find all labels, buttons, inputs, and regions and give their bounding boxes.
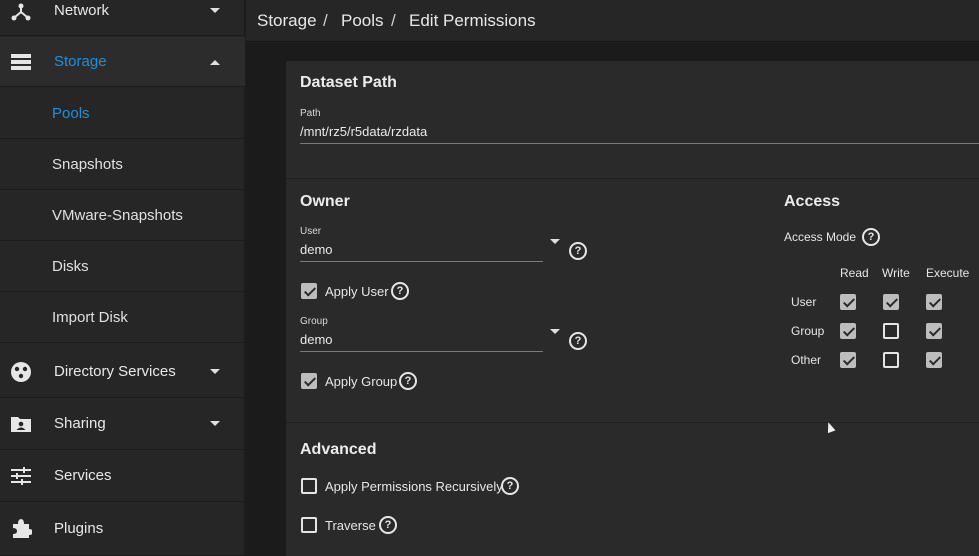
- breadcrumb-storage[interactable]: Storage: [257, 11, 317, 31]
- section-divider: [286, 178, 979, 179]
- apply-user-help-icon[interactable]: ?: [391, 282, 409, 300]
- other-read-checkbox[interactable]: [840, 352, 856, 368]
- access-column-write: Write: [882, 266, 910, 280]
- sidebar-subitem-label: Import Disk: [52, 308, 128, 326]
- sidebar-item-storage[interactable]: Storage: [0, 37, 245, 87]
- breadcrumb: Storage / Pools / Edit Permissions: [246, 0, 979, 42]
- sidebar-subitem-label: Disks: [52, 257, 89, 275]
- apply-recursively-help-icon[interactable]: ?: [501, 477, 519, 495]
- sidebar-item-label: Storage: [54, 53, 107, 70]
- sidebar-item-services[interactable]: Services: [0, 450, 245, 502]
- apply-user-checkbox[interactable]: [301, 283, 317, 299]
- chevron-down-icon: [210, 369, 220, 374]
- user-label: User: [300, 226, 322, 237]
- sidebar-subitem-label: VMware-Snapshots: [52, 206, 183, 224]
- user-write-checkbox[interactable]: [883, 294, 899, 310]
- traverse-checkbox[interactable]: [301, 517, 317, 533]
- sidebar-subitem-vmware-snapshots[interactable]: VMware-Snapshots: [0, 190, 245, 241]
- access-row-group: Group: [791, 324, 825, 338]
- sidebar-item-plugins[interactable]: Plugins: [0, 502, 245, 556]
- group-write-checkbox[interactable]: [883, 323, 899, 339]
- sidebar-item-label: Directory Services: [54, 363, 176, 380]
- dataset-path-title: Dataset Path: [300, 74, 397, 91]
- storage-icon: [10, 51, 32, 73]
- user-read-checkbox[interactable]: [840, 294, 856, 310]
- user-execute-checkbox[interactable]: [926, 294, 942, 310]
- sidebar-subitem-import-disk[interactable]: Import Disk: [0, 292, 245, 343]
- apply-group-label: Apply Group: [325, 374, 398, 389]
- directory-services-icon: [10, 361, 32, 383]
- user-underline: [300, 261, 543, 262]
- sidebar-item-label: Network: [54, 2, 110, 19]
- access-title: Access: [784, 193, 841, 210]
- group-read-checkbox[interactable]: [840, 323, 856, 339]
- sidebar-subitem-disks[interactable]: Disks: [0, 241, 245, 292]
- sidebar-item-sharing[interactable]: Sharing: [0, 398, 245, 450]
- access-mode-help-icon[interactable]: ?: [862, 228, 880, 246]
- sidebar-item-directory-services[interactable]: Directory Services: [0, 346, 245, 398]
- access-row-other: Other: [791, 353, 822, 367]
- services-icon: [10, 465, 32, 487]
- group-dropdown-arrow-icon[interactable]: [550, 329, 560, 334]
- breadcrumb-pools[interactable]: Pools: [341, 11, 384, 31]
- chevron-up-icon: [210, 60, 220, 65]
- user-dropdown-arrow-icon[interactable]: [550, 239, 560, 244]
- owner-title: Owner: [300, 193, 350, 210]
- sidebar-subitem-snapshots[interactable]: Snapshots: [0, 139, 245, 190]
- permissions-card: Dataset Path Path /mnt/rz5/r5data/rzdata…: [286, 61, 979, 556]
- breadcrumb-separator: /: [323, 11, 328, 30]
- access-mode-label: Access Mode: [784, 230, 857, 244]
- path-field[interactable]: /mnt/rz5/r5data/rzdata: [300, 124, 427, 139]
- sidebar-subitem-pools[interactable]: Pools: [0, 88, 245, 139]
- breadcrumb-edit-permissions: Edit Permissions: [409, 11, 536, 30]
- other-execute-checkbox[interactable]: [926, 352, 942, 368]
- sidebar-subitem-label: Pools: [52, 104, 90, 122]
- apply-group-help-icon[interactable]: ?: [399, 372, 417, 390]
- access-column-execute: Execute: [926, 266, 970, 280]
- network-icon: [10, 0, 32, 22]
- traverse-help-icon[interactable]: ?: [379, 516, 397, 534]
- main-content: Dataset Path Path /mnt/rz5/r5data/rzdata…: [246, 43, 979, 556]
- sidebar-item-label: Services: [54, 467, 112, 484]
- apply-user-label: Apply User: [325, 284, 389, 299]
- sidebar-item-network[interactable]: Network: [0, 0, 245, 36]
- chevron-down-icon: [210, 8, 220, 13]
- group-execute-checkbox[interactable]: [926, 323, 942, 339]
- user-help-icon[interactable]: ?: [569, 242, 587, 260]
- access-row-user: User: [791, 295, 817, 309]
- other-write-checkbox[interactable]: [883, 352, 899, 368]
- plugins-icon: [10, 517, 32, 539]
- traverse-label: Traverse: [325, 518, 376, 533]
- sidebar-item-label: Plugins: [54, 520, 104, 537]
- apply-group-checkbox[interactable]: [301, 373, 317, 389]
- sharing-icon: [10, 413, 32, 435]
- group-select[interactable]: demo: [300, 332, 333, 347]
- path-label: Path: [300, 108, 321, 119]
- chevron-down-icon: [210, 421, 220, 426]
- group-help-icon[interactable]: ?: [569, 332, 587, 350]
- user-select[interactable]: demo: [300, 242, 333, 257]
- sidebar-subitem-label: Snapshots: [52, 155, 123, 173]
- path-underline: [300, 143, 979, 144]
- sidebar: Network Storage Pools Snapshots VMware-S…: [0, 0, 245, 556]
- apply-recursively-checkbox[interactable]: [301, 478, 317, 494]
- group-underline: [300, 351, 543, 352]
- access-column-read: Read: [840, 266, 869, 280]
- breadcrumb-separator: /: [391, 11, 396, 30]
- advanced-title: Advanced: [300, 441, 377, 458]
- sidebar-item-label: Sharing: [54, 415, 106, 432]
- group-label: Group: [300, 316, 328, 327]
- section-divider: [286, 422, 979, 423]
- apply-recursively-label: Apply Permissions Recursively: [325, 479, 503, 494]
